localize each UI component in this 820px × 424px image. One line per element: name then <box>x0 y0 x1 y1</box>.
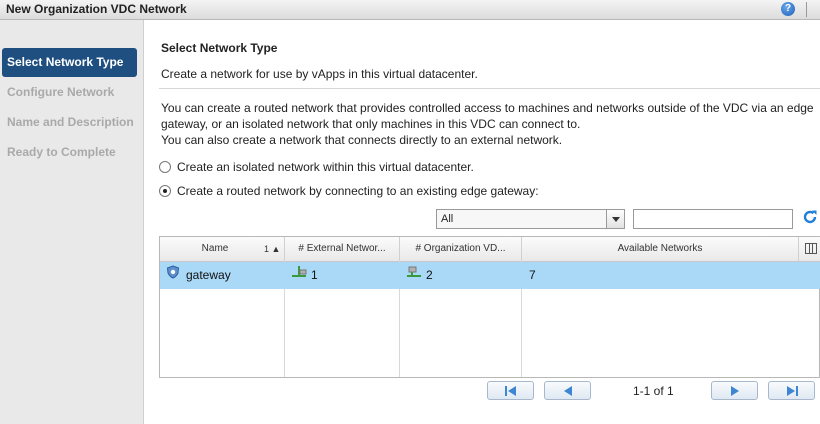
row-org-vdc-networks-cell: 2 <box>406 262 433 289</box>
next-page-icon <box>731 386 739 396</box>
table-row[interactable]: gateway 1 2 7 <box>160 262 820 289</box>
table-header: Name 1 ▲ # External Networ... # Organiza… <box>160 237 820 262</box>
row-name-cell: gateway <box>166 262 231 289</box>
sort-indicator[interactable]: 1 ▲ <box>264 237 280 261</box>
column-header-external-networks[interactable]: # External Networ... <box>285 237 400 261</box>
step-name-and-description[interactable]: Name and Description <box>7 115 134 129</box>
row-external-networks-cell: 1 <box>291 262 318 289</box>
pager-status: 1-1 of 1 <box>633 384 674 398</box>
filter-select[interactable]: All <box>436 209 625 229</box>
gateway-name: gateway <box>186 268 231 282</box>
filter-select-value: All <box>441 213 454 225</box>
gateway-icon <box>166 262 180 289</box>
row-available-networks-cell: 7 <box>529 268 536 282</box>
search-input[interactable] <box>633 209 793 229</box>
option-routed-network[interactable]: Create a routed network by connecting to… <box>159 184 539 198</box>
refresh-icon[interactable] <box>801 209 819 229</box>
divider <box>159 88 820 89</box>
wizard-sidebar: Select Network Type Configure Network Na… <box>0 20 144 424</box>
column-header-available-networks[interactable]: Available Networks <box>522 237 799 261</box>
help-icon[interactable]: ? <box>781 2 795 16</box>
column-header-name[interactable]: Name 1 ▲ <box>160 237 285 261</box>
column-header-org-vdc-networks[interactable]: # Organization VD... <box>400 237 522 261</box>
routed-network-label: Create a routed network by connecting to… <box>177 184 539 198</box>
org-vdc-networks-count: 2 <box>426 268 433 282</box>
description-line-1: You can create a routed network that pro… <box>161 101 814 115</box>
page-subheading: Create a network for use by vApps in thi… <box>161 67 478 81</box>
last-page-button[interactable] <box>768 381 815 400</box>
column-chooser-icon[interactable] <box>805 243 817 254</box>
step-select-network-type[interactable]: Select Network Type <box>2 48 137 77</box>
title-bar: New Organization VDC Network ? <box>0 0 820 20</box>
org-network-icon <box>406 262 422 289</box>
isolated-network-radio[interactable] <box>159 161 171 173</box>
window-title: New Organization VDC Network <box>6 2 187 16</box>
prev-page-button[interactable] <box>544 381 591 400</box>
title-separator <box>806 2 807 17</box>
first-page-button[interactable] <box>487 381 534 400</box>
isolated-network-label: Create an isolated network within this v… <box>177 160 474 174</box>
external-network-icon <box>291 262 307 289</box>
chevron-down-icon[interactable] <box>606 210 624 228</box>
option-isolated-network[interactable]: Create an isolated network within this v… <box>159 160 474 174</box>
description-line-3: You can also create a network that conne… <box>161 133 563 147</box>
gateway-table: Name 1 ▲ # External Networ... # Organiza… <box>159 236 820 378</box>
page-heading: Select Network Type <box>161 41 278 55</box>
next-page-button[interactable] <box>711 381 758 400</box>
step-configure-network[interactable]: Configure Network <box>7 85 114 99</box>
routed-network-radio[interactable] <box>159 185 171 197</box>
prev-page-icon <box>564 386 572 396</box>
description-line-2: gateway, or an isolated network that onl… <box>161 117 581 131</box>
external-networks-count: 1 <box>311 268 318 282</box>
last-page-icon <box>787 386 798 396</box>
first-page-icon <box>505 386 516 396</box>
step-ready-to-complete[interactable]: Ready to Complete <box>7 145 116 159</box>
